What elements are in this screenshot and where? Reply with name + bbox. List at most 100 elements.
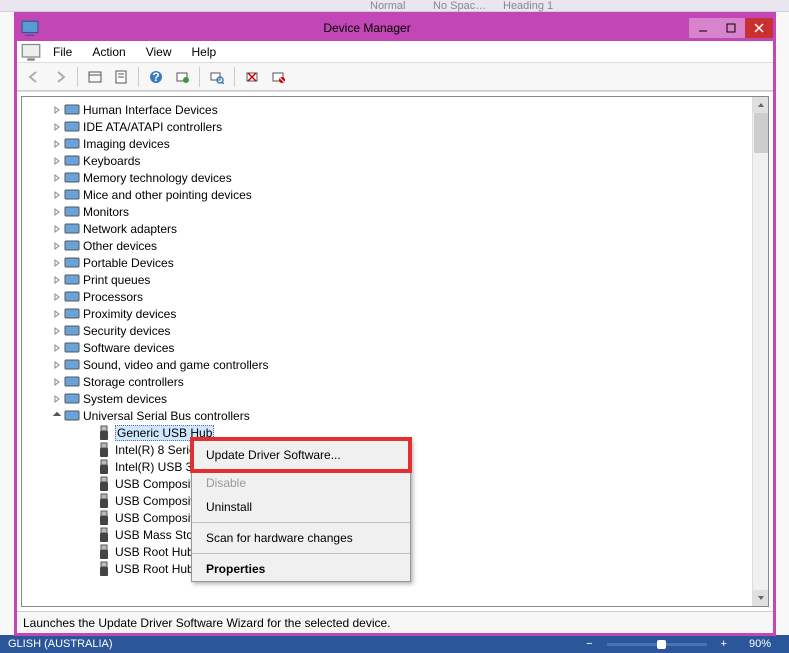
zoom-slider[interactable] [607,643,707,646]
zoom-minus-icon[interactable]: − [578,638,600,650]
expander-icon[interactable] [50,392,64,406]
sound-icon [64,357,80,373]
tree-category[interactable]: Print queues [22,271,768,288]
tree-category[interactable]: Network adapters [22,220,768,237]
expander-icon[interactable] [50,358,64,372]
maximize-button[interactable] [717,18,745,38]
show-hidden-button[interactable] [84,66,106,88]
processor-icon [64,289,80,305]
properties-button[interactable] [110,66,132,88]
ctx-uninstall[interactable]: Uninstall [192,495,410,519]
tree-category[interactable]: IDE ATA/ATAPI controllers [22,118,768,135]
tree-category[interactable]: System devices [22,390,768,407]
usb-icon [64,408,80,424]
ctx-scan-hardware[interactable]: Scan for hardware changes [192,526,410,550]
security-icon [64,323,80,339]
expander-icon[interactable] [50,273,64,287]
window-title: Device Manager [45,21,689,35]
tree-category[interactable]: Software devices [22,339,768,356]
expander-icon[interactable] [50,307,64,321]
expander-spacer [82,494,96,508]
titlebar[interactable]: Device Manager [17,15,773,41]
expander-icon[interactable] [50,188,64,202]
expander-icon[interactable] [50,324,64,338]
tree-category[interactable]: Sound, video and game controllers [22,356,768,373]
scroll-thumb[interactable] [754,113,768,153]
tree-category[interactable]: Monitors [22,203,768,220]
zoom-plus-icon[interactable]: + [713,638,735,650]
tree-category[interactable]: Keyboards [22,152,768,169]
client-area: Human Interface Devices IDE ATA/ATAPI con… [17,91,773,611]
status-bar: Launches the Update Driver Software Wiza… [17,611,773,633]
back-button[interactable] [23,66,45,88]
close-button[interactable] [745,18,773,38]
tree-category[interactable]: Storage controllers [22,373,768,390]
usb-device-icon [96,544,112,560]
expander-spacer [82,460,96,474]
expander-icon[interactable] [50,103,64,117]
device-manager-window: Device Manager File Action View Help ? H… [14,12,776,636]
menu-action[interactable]: Action [82,42,135,62]
menu-file[interactable]: File [43,42,82,62]
tree-category[interactable]: Memory technology devices [22,169,768,186]
help-button[interactable]: ? [145,66,167,88]
toolbar-separator [199,67,200,87]
category-label: System devices [83,392,167,406]
uninstall-button[interactable] [241,66,263,88]
ctx-properties[interactable]: Properties [192,557,410,581]
category-label: Keyboards [83,154,140,168]
ctx-update-driver[interactable]: Update Driver Software... [190,437,412,473]
toolbar: ? [17,63,773,91]
disable-button[interactable] [267,66,289,88]
expander-spacer [82,562,96,576]
expander-icon[interactable] [50,256,64,270]
status-text: Launches the Update Driver Software Wiza… [23,616,391,630]
word-style-nospacing: No Spac… [433,0,486,12]
expander-icon[interactable] [50,137,64,151]
expander-icon[interactable] [50,154,64,168]
word-status-bar: GLISH (AUSTRALIA) − + 90% [0,635,789,653]
expander-icon[interactable] [50,239,64,253]
expander-icon[interactable] [50,341,64,355]
tree-category[interactable]: Other devices [22,237,768,254]
menu-help[interactable]: Help [182,42,227,62]
print-icon [64,272,80,288]
usb-device-icon [96,459,112,475]
expander-icon[interactable] [50,290,64,304]
scan-hardware-button[interactable] [206,66,228,88]
vertical-scrollbar[interactable] [752,97,768,606]
zoom-percent-label[interactable]: 90% [741,638,779,650]
device-label: USB Composite [115,494,200,508]
category-label: IDE ATA/ATAPI controllers [83,120,222,134]
tree-category[interactable]: Portable Devices [22,254,768,271]
category-label: Memory technology devices [83,171,232,185]
menubar: File Action View Help [17,41,773,63]
system-icon [21,42,41,62]
scroll-up-button[interactable] [753,97,768,113]
expander-icon[interactable] [50,375,64,389]
expander-spacer [82,511,96,525]
tree-category-expanded[interactable]: Universal Serial Bus controllers [22,407,768,424]
word-style-normal: Normal [370,0,405,12]
software-icon [64,340,80,356]
expander-icon[interactable] [50,205,64,219]
expander-icon[interactable] [50,120,64,134]
tree-category[interactable]: Security devices [22,322,768,339]
category-label: Print queues [83,273,150,287]
expander-icon[interactable] [50,171,64,185]
expander-icon[interactable] [50,222,64,236]
scroll-down-button[interactable] [753,590,768,606]
tree-category[interactable]: Human Interface Devices [22,101,768,118]
expander-icon[interactable] [50,409,64,423]
category-label: Software devices [83,341,174,355]
minimize-button[interactable] [689,18,717,38]
context-menu-separator [192,553,410,554]
tree-category[interactable]: Processors [22,288,768,305]
update-driver-button[interactable] [171,66,193,88]
word-zoom-controls[interactable]: − + 90% [578,638,789,650]
forward-button[interactable] [49,66,71,88]
tree-category[interactable]: Proximity devices [22,305,768,322]
tree-category[interactable]: Imaging devices [22,135,768,152]
menu-view[interactable]: View [136,42,182,62]
tree-category[interactable]: Mice and other pointing devices [22,186,768,203]
